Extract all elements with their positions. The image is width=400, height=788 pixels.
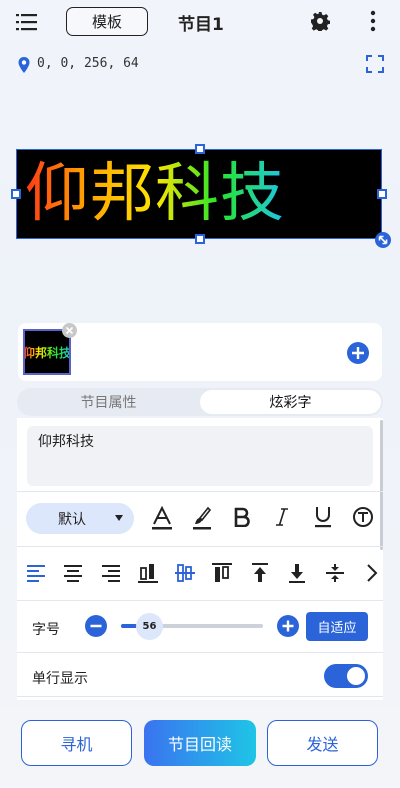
text-color-icon[interactable] [151, 506, 173, 530]
align-left-icon[interactable] [26, 563, 46, 583]
align-top-icon[interactable] [212, 563, 232, 583]
resize-handle-right[interactable] [377, 189, 387, 199]
align-center-icon[interactable] [63, 563, 83, 583]
divider [17, 652, 383, 653]
brush-icon[interactable] [192, 506, 212, 530]
bold-icon[interactable] [233, 507, 251, 527]
resize-handle-top[interactable] [195, 144, 205, 154]
led-preview-text: 仰邦科技 [17, 150, 381, 238]
location-pin-icon [18, 57, 30, 73]
decrease-icon[interactable] [85, 615, 107, 637]
font-size-slider-thumb[interactable]: 56 [136, 613, 163, 640]
align-vcenter-icon[interactable] [175, 563, 195, 583]
toggle-knob [347, 667, 365, 685]
close-icon[interactable] [62, 323, 77, 338]
font-size-slider-fill [121, 624, 137, 628]
add-icon[interactable] [347, 342, 369, 364]
fullscreen-icon[interactable] [366, 55, 384, 73]
divider [17, 546, 383, 547]
search-device-button[interactable]: 寻机 [21, 720, 132, 766]
divider [17, 491, 383, 492]
program-thumbnail-text: 仰邦科技 [23, 345, 71, 360]
font-select-value: 默认 [58, 511, 86, 528]
italic-icon[interactable] [275, 507, 289, 527]
single-line-label: 单行显示 [32, 671, 88, 687]
increase-icon[interactable] [277, 615, 299, 637]
tab-program-properties[interactable]: 节目属性 [17, 388, 200, 416]
led-preview[interactable]: 仰邦科技 [16, 149, 382, 239]
area-coordinates: 0, 0, 256, 64 [37, 56, 139, 71]
align-bottom-icon[interactable] [138, 563, 158, 583]
compress-icon[interactable] [325, 563, 345, 583]
single-line-toggle[interactable] [324, 664, 368, 688]
template-button[interactable]: 模板 [66, 7, 148, 36]
tab-colorful-text[interactable]: 炫彩字 [200, 390, 381, 414]
program-readback-button[interactable]: 节目回读 [144, 720, 256, 766]
send-button[interactable]: 发送 [267, 720, 378, 766]
resize-handle-left[interactable] [11, 189, 21, 199]
arrow-up-icon[interactable] [250, 563, 270, 583]
underline-icon[interactable] [314, 506, 332, 528]
gear-icon[interactable] [310, 11, 330, 31]
scale-handle-icon[interactable] [375, 232, 391, 248]
menu-icon[interactable] [16, 12, 38, 32]
font-effect-icon[interactable] [352, 506, 374, 528]
chevron-down-icon [115, 515, 123, 521]
scrollbar[interactable] [380, 420, 383, 550]
auto-fit-button[interactable]: 自适应 [306, 612, 368, 641]
tab-bar: 节目属性 炫彩字 [17, 388, 383, 416]
arrow-down-icon[interactable] [287, 563, 307, 583]
font-size-label: 字号 [32, 622, 60, 638]
more-icon[interactable] [366, 10, 380, 32]
chevron-right-icon[interactable] [362, 563, 382, 583]
divider [17, 696, 383, 697]
text-input-value: 仰邦科技 [38, 434, 94, 450]
resize-handle-bottom[interactable] [195, 234, 205, 244]
align-right-icon[interactable] [101, 563, 121, 583]
divider [17, 600, 383, 601]
page-title: 节目1 [178, 15, 224, 35]
